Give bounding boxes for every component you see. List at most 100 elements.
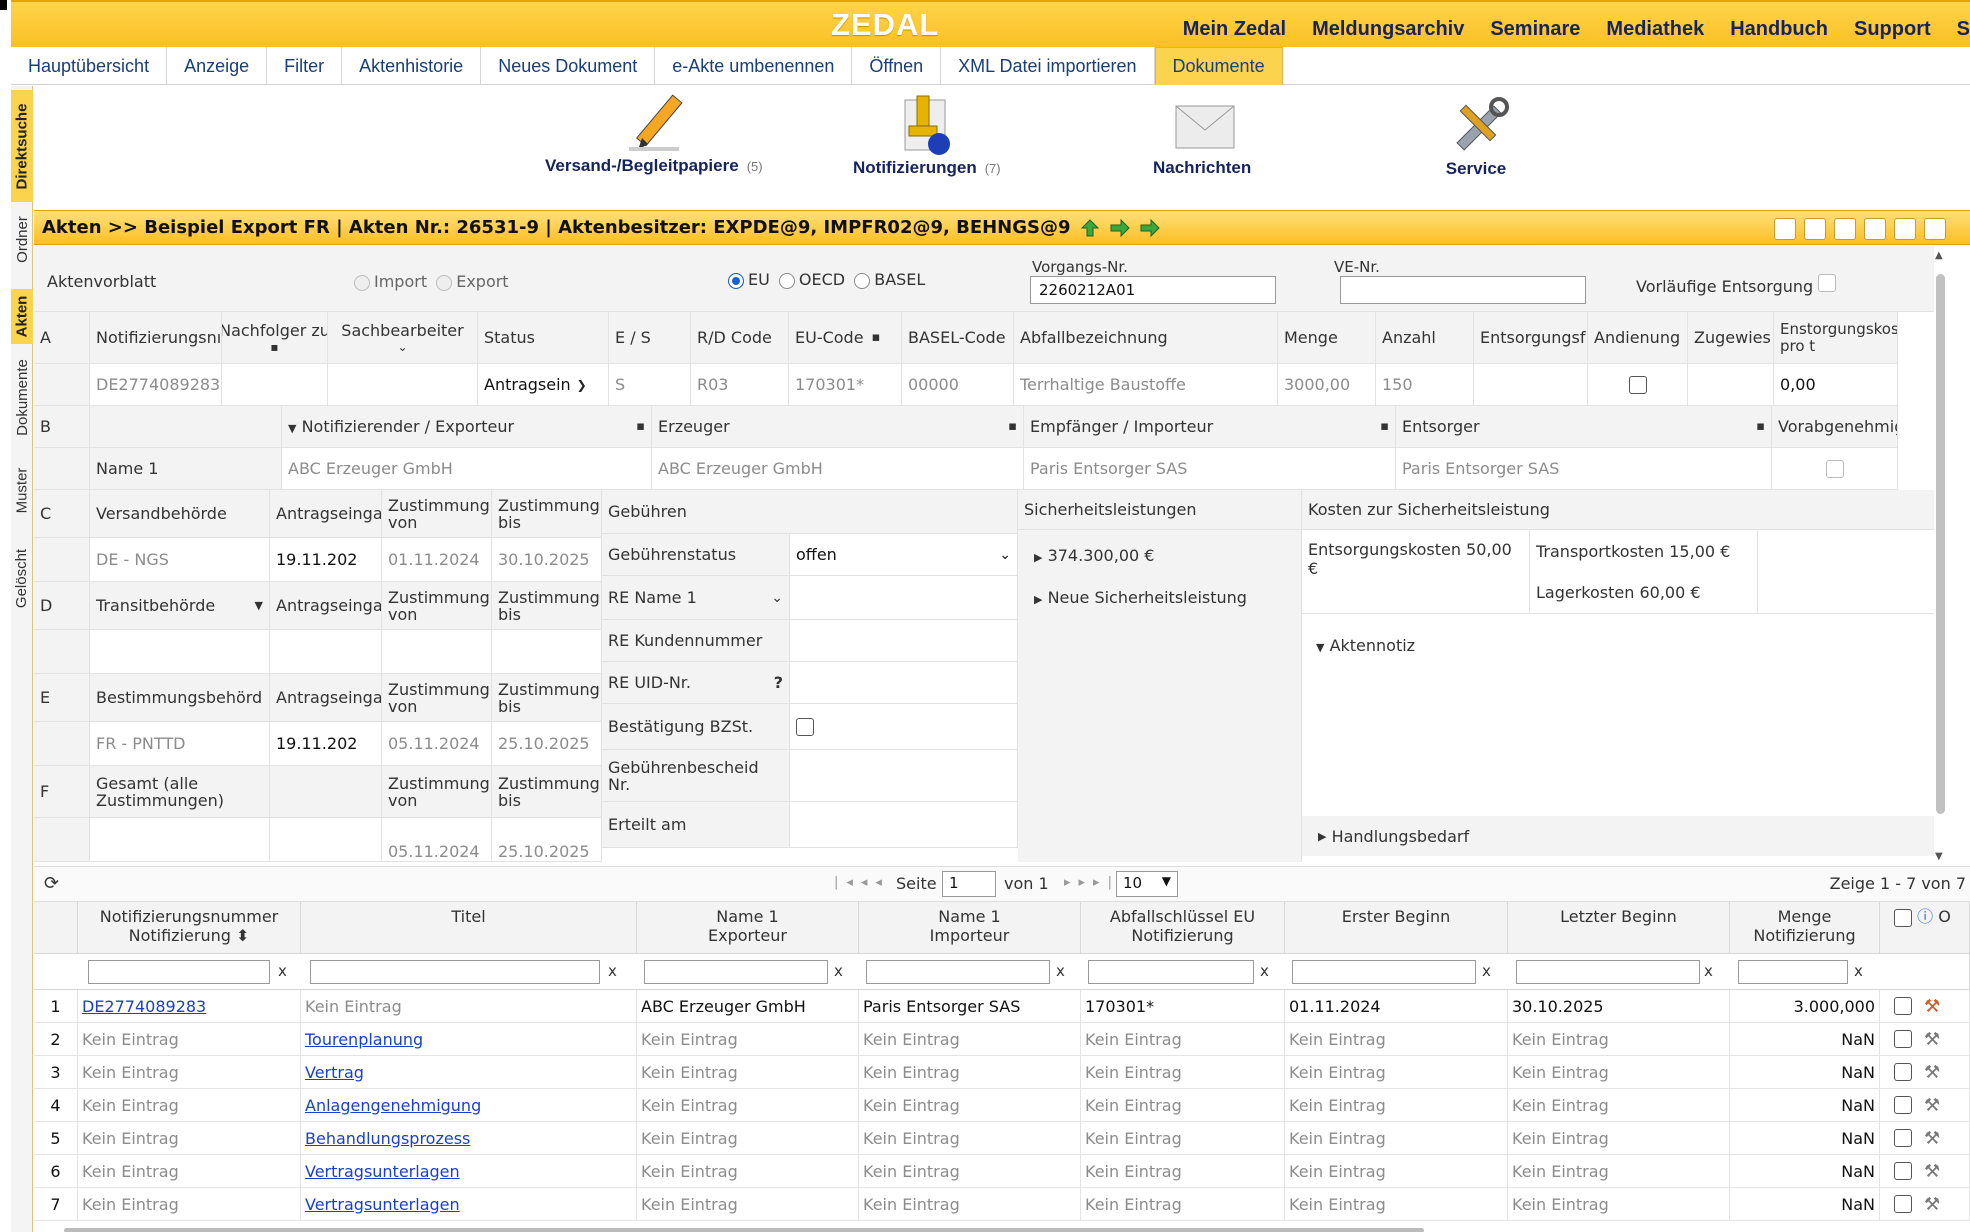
val-entsorgungskosten[interactable]: 0,00 bbox=[1774, 364, 1898, 406]
grid-head-letzter-beginn[interactable]: Letzter Beginn bbox=[1508, 902, 1730, 954]
export-icon[interactable] bbox=[1924, 218, 1946, 240]
val-antragseingang-e[interactable]: 19.11.202 bbox=[270, 722, 382, 766]
help-icon[interactable]: ? bbox=[774, 673, 783, 692]
grid-head-titel[interactable]: Titel bbox=[301, 902, 637, 954]
wrench-icon[interactable]: ⚒ bbox=[1924, 1029, 1940, 1050]
nav-seminare[interactable]: Seminare bbox=[1490, 18, 1580, 41]
handlungsbedarf-toggle[interactable]: ▶ Handlungsbedarf bbox=[1302, 816, 1934, 856]
re-uid-input[interactable] bbox=[790, 662, 1018, 704]
val-sachbearbeiter[interactable] bbox=[328, 364, 478, 406]
document-link[interactable]: DE2774089283 bbox=[82, 997, 206, 1016]
gebuehrenstatus-select[interactable]: offen ⌄ bbox=[790, 534, 1018, 576]
wrench-icon[interactable]: ⚒ bbox=[1924, 1194, 1940, 1215]
row-checkbox[interactable] bbox=[1894, 1162, 1912, 1180]
next-last-icons[interactable]: ▸▸▸| bbox=[1064, 875, 1120, 890]
document-link[interactable]: Vertragsunterlagen bbox=[305, 1162, 460, 1181]
re-name-input[interactable] bbox=[790, 576, 1018, 620]
edit-icon[interactable] bbox=[1774, 218, 1796, 240]
wrench-icon[interactable]: ⚒ bbox=[1924, 1161, 1940, 1182]
wrench-icon[interactable]: ⚒ bbox=[1924, 996, 1940, 1017]
vorlaeufig-checkbox[interactable] bbox=[1818, 274, 1837, 292]
bescheid-input[interactable] bbox=[790, 750, 1018, 802]
help-icon[interactable]: ⓘ bbox=[1917, 907, 1933, 926]
tab-neues-dokument[interactable]: Neues Dokument bbox=[481, 47, 656, 85]
side-tab-direktsuche[interactable]: Direktsuche bbox=[11, 90, 33, 202]
val-antragseingang-c[interactable]: 19.11.202 bbox=[270, 538, 382, 582]
row-checkbox[interactable] bbox=[1894, 1096, 1912, 1114]
clear-filter-icon[interactable]: x bbox=[278, 962, 287, 980]
clear-filter-icon[interactable]: x bbox=[1854, 962, 1863, 980]
export-radio[interactable] bbox=[436, 274, 453, 291]
filter-menge[interactable] bbox=[1738, 960, 1848, 984]
refresh-icon[interactable]: ⟳ bbox=[44, 873, 59, 894]
toolbar-service[interactable]: Service bbox=[1445, 95, 1515, 179]
scrollbar-thumb[interactable] bbox=[1936, 274, 1945, 814]
toolbar-nachrichten[interactable]: Nachrichten bbox=[1153, 100, 1259, 178]
grid-hscrollbar[interactable] bbox=[64, 1228, 1424, 1232]
document-link[interactable]: Anlagengenehmigung bbox=[305, 1096, 481, 1115]
nav-handbuch[interactable]: Handbuch bbox=[1730, 18, 1828, 41]
nav-support[interactable]: Support bbox=[1854, 18, 1931, 41]
nav-mein-zedal[interactable]: Mein Zedal bbox=[1183, 18, 1286, 41]
bzst-checkbox[interactable] bbox=[796, 717, 814, 736]
neue-sicherheit-row[interactable]: ▶ Neue Sicherheitsleistung bbox=[1034, 588, 1247, 607]
side-tab-geloescht[interactable]: Gelöscht bbox=[11, 538, 33, 618]
page-size-select[interactable]: 10 ▼ bbox=[1116, 871, 1178, 897]
aktennotiz-toggle[interactable]: ▼ Aktennotiz bbox=[1316, 636, 1415, 655]
filter-exporteur[interactable] bbox=[644, 960, 828, 984]
grid-head-notifizierung[interactable]: Notifizierungsnummer Notifizierung ⬍ bbox=[78, 902, 301, 954]
clear-filter-icon[interactable]: x bbox=[1260, 962, 1269, 980]
sicherheit-amount-row[interactable]: ▶ 374.300,00 € bbox=[1034, 546, 1154, 565]
row-checkbox[interactable] bbox=[1894, 1030, 1912, 1048]
tab-anzeige[interactable]: Anzeige bbox=[167, 47, 268, 85]
forward-arrow-icon[interactable] bbox=[1109, 218, 1131, 238]
clear-filter-icon[interactable]: x bbox=[1056, 962, 1065, 980]
side-tab-muster[interactable]: Muster bbox=[11, 456, 33, 524]
re-name-label[interactable]: RE Name 1 ⌄ bbox=[602, 576, 790, 620]
row-checkbox[interactable] bbox=[1894, 997, 1912, 1015]
upload-arrow-icon[interactable] bbox=[1079, 218, 1101, 238]
col-sachbearbeiter[interactable]: Sachbearbeiter ⌄ bbox=[328, 312, 478, 364]
grid-head-menge[interactable]: Menge Notifizierung bbox=[1730, 902, 1880, 954]
filter-titel[interactable] bbox=[310, 960, 600, 984]
filter-erster-beginn[interactable] bbox=[1292, 960, 1476, 984]
clear-filter-icon[interactable]: x bbox=[608, 962, 617, 980]
print-icon[interactable] bbox=[1864, 218, 1886, 240]
tab-hauptuebersicht[interactable]: Hauptübersicht bbox=[11, 47, 168, 85]
nav-mediathek[interactable]: Mediathek bbox=[1606, 18, 1704, 41]
side-tab-ordner[interactable]: Ordner bbox=[11, 208, 33, 270]
tab-aktenhistorie[interactable]: Aktenhistorie bbox=[342, 47, 482, 85]
row-checkbox[interactable] bbox=[1894, 1129, 1912, 1147]
grid-head-abfallschluessel[interactable]: Abfallschlüssel EU Notifizierung bbox=[1081, 902, 1285, 954]
basel-radio[interactable] bbox=[854, 272, 871, 289]
grid-head-erster-beginn[interactable]: Erster Beginn bbox=[1285, 902, 1508, 954]
side-tab-dokumente[interactable]: Dokumente bbox=[11, 348, 33, 446]
status-select[interactable]: Antragsein ❯ bbox=[478, 364, 609, 406]
eu-radio[interactable] bbox=[728, 272, 744, 289]
wrench-icon[interactable]: ⚒ bbox=[1924, 1095, 1940, 1116]
tab-filter[interactable]: Filter bbox=[267, 47, 343, 85]
hd-notifizierender[interactable]: ▼ Notifizierender / Exporteur ▪ bbox=[282, 406, 652, 448]
vorgang-input[interactable]: 2260212A01 bbox=[1030, 276, 1276, 304]
copy-icon[interactable] bbox=[1834, 218, 1856, 240]
re-kundennummer-input[interactable] bbox=[790, 620, 1018, 662]
filter-abfallschluessel[interactable] bbox=[1088, 960, 1254, 984]
row-checkbox[interactable] bbox=[1894, 1195, 1912, 1213]
filter-notifizierung[interactable] bbox=[88, 960, 270, 984]
zedal-logo[interactable]: ZEDAL bbox=[831, 7, 939, 43]
side-tab-akten[interactable]: Akten bbox=[11, 289, 33, 344]
wrench-icon[interactable]: ⚒ bbox=[1924, 1128, 1940, 1149]
next-arrow-icon[interactable] bbox=[1139, 218, 1161, 238]
import-radio[interactable] bbox=[354, 274, 370, 291]
nav-more[interactable]: S bbox=[1957, 18, 1970, 41]
grid-head-exporteur[interactable]: Name 1 Exporteur bbox=[637, 902, 859, 954]
first-prev-icons[interactable]: |◂◂◂ bbox=[834, 875, 890, 890]
oecd-radio[interactable] bbox=[778, 272, 795, 289]
scroll-down-icon[interactable]: ▼ bbox=[1935, 851, 1943, 862]
clear-filter-icon[interactable]: x bbox=[834, 962, 843, 980]
clear-filter-icon[interactable]: x bbox=[1482, 962, 1491, 980]
ve-input[interactable] bbox=[1340, 276, 1586, 304]
andienung-checkbox[interactable] bbox=[1628, 375, 1647, 394]
toolbar-notifizierungen[interactable]: Notifizierungen (7) bbox=[853, 92, 1001, 178]
document-link[interactable]: Vertragsunterlagen bbox=[305, 1195, 460, 1214]
